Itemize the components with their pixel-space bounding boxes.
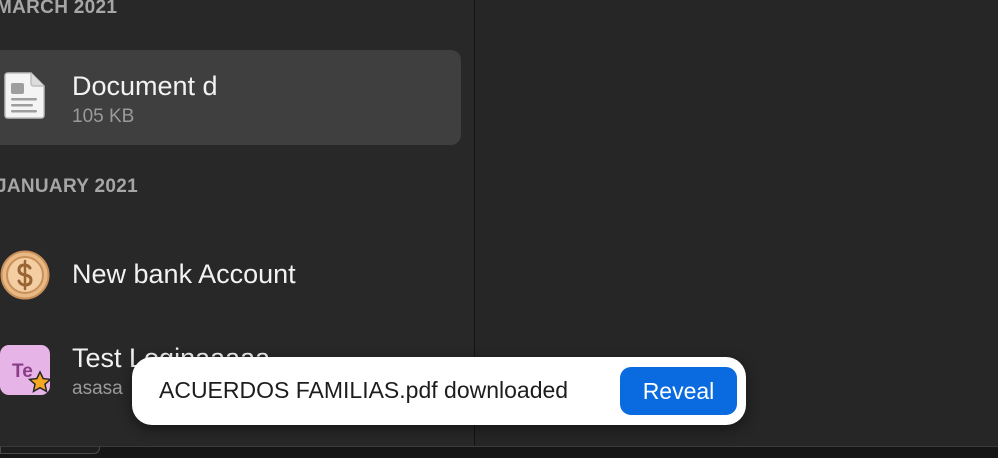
bottom-bar-tab [0, 447, 100, 454]
login-item-icon: Te [0, 345, 53, 395]
dollar-coin-icon [0, 250, 50, 300]
toast-message: ACUERDOS FAMILIAS.pdf downloaded [159, 377, 569, 403]
reveal-button[interactable]: Reveal [620, 367, 737, 415]
list-item-new-bank-account[interactable]: New bank Account [0, 228, 461, 323]
list-item-document-d[interactable]: Document d 105 KB [0, 50, 461, 145]
item-title: Document d [72, 71, 218, 101]
item-subtitle: 105 KB [72, 106, 135, 127]
bottom-bar [0, 446, 998, 458]
section-header-march-2021: MARCH 2021 [0, 0, 118, 18]
item-title: New bank Account [72, 259, 296, 289]
download-toast: ACUERDOS FAMILIAS.pdf downloaded Reveal [132, 357, 746, 425]
document-icon [0, 70, 50, 120]
app-window: MARCH 2021 Document d 105 KB JANUARY 202… [0, 0, 998, 458]
section-header-january-2021: JANUARY 2021 [0, 176, 138, 197]
item-subtitle: asasa [72, 378, 123, 399]
